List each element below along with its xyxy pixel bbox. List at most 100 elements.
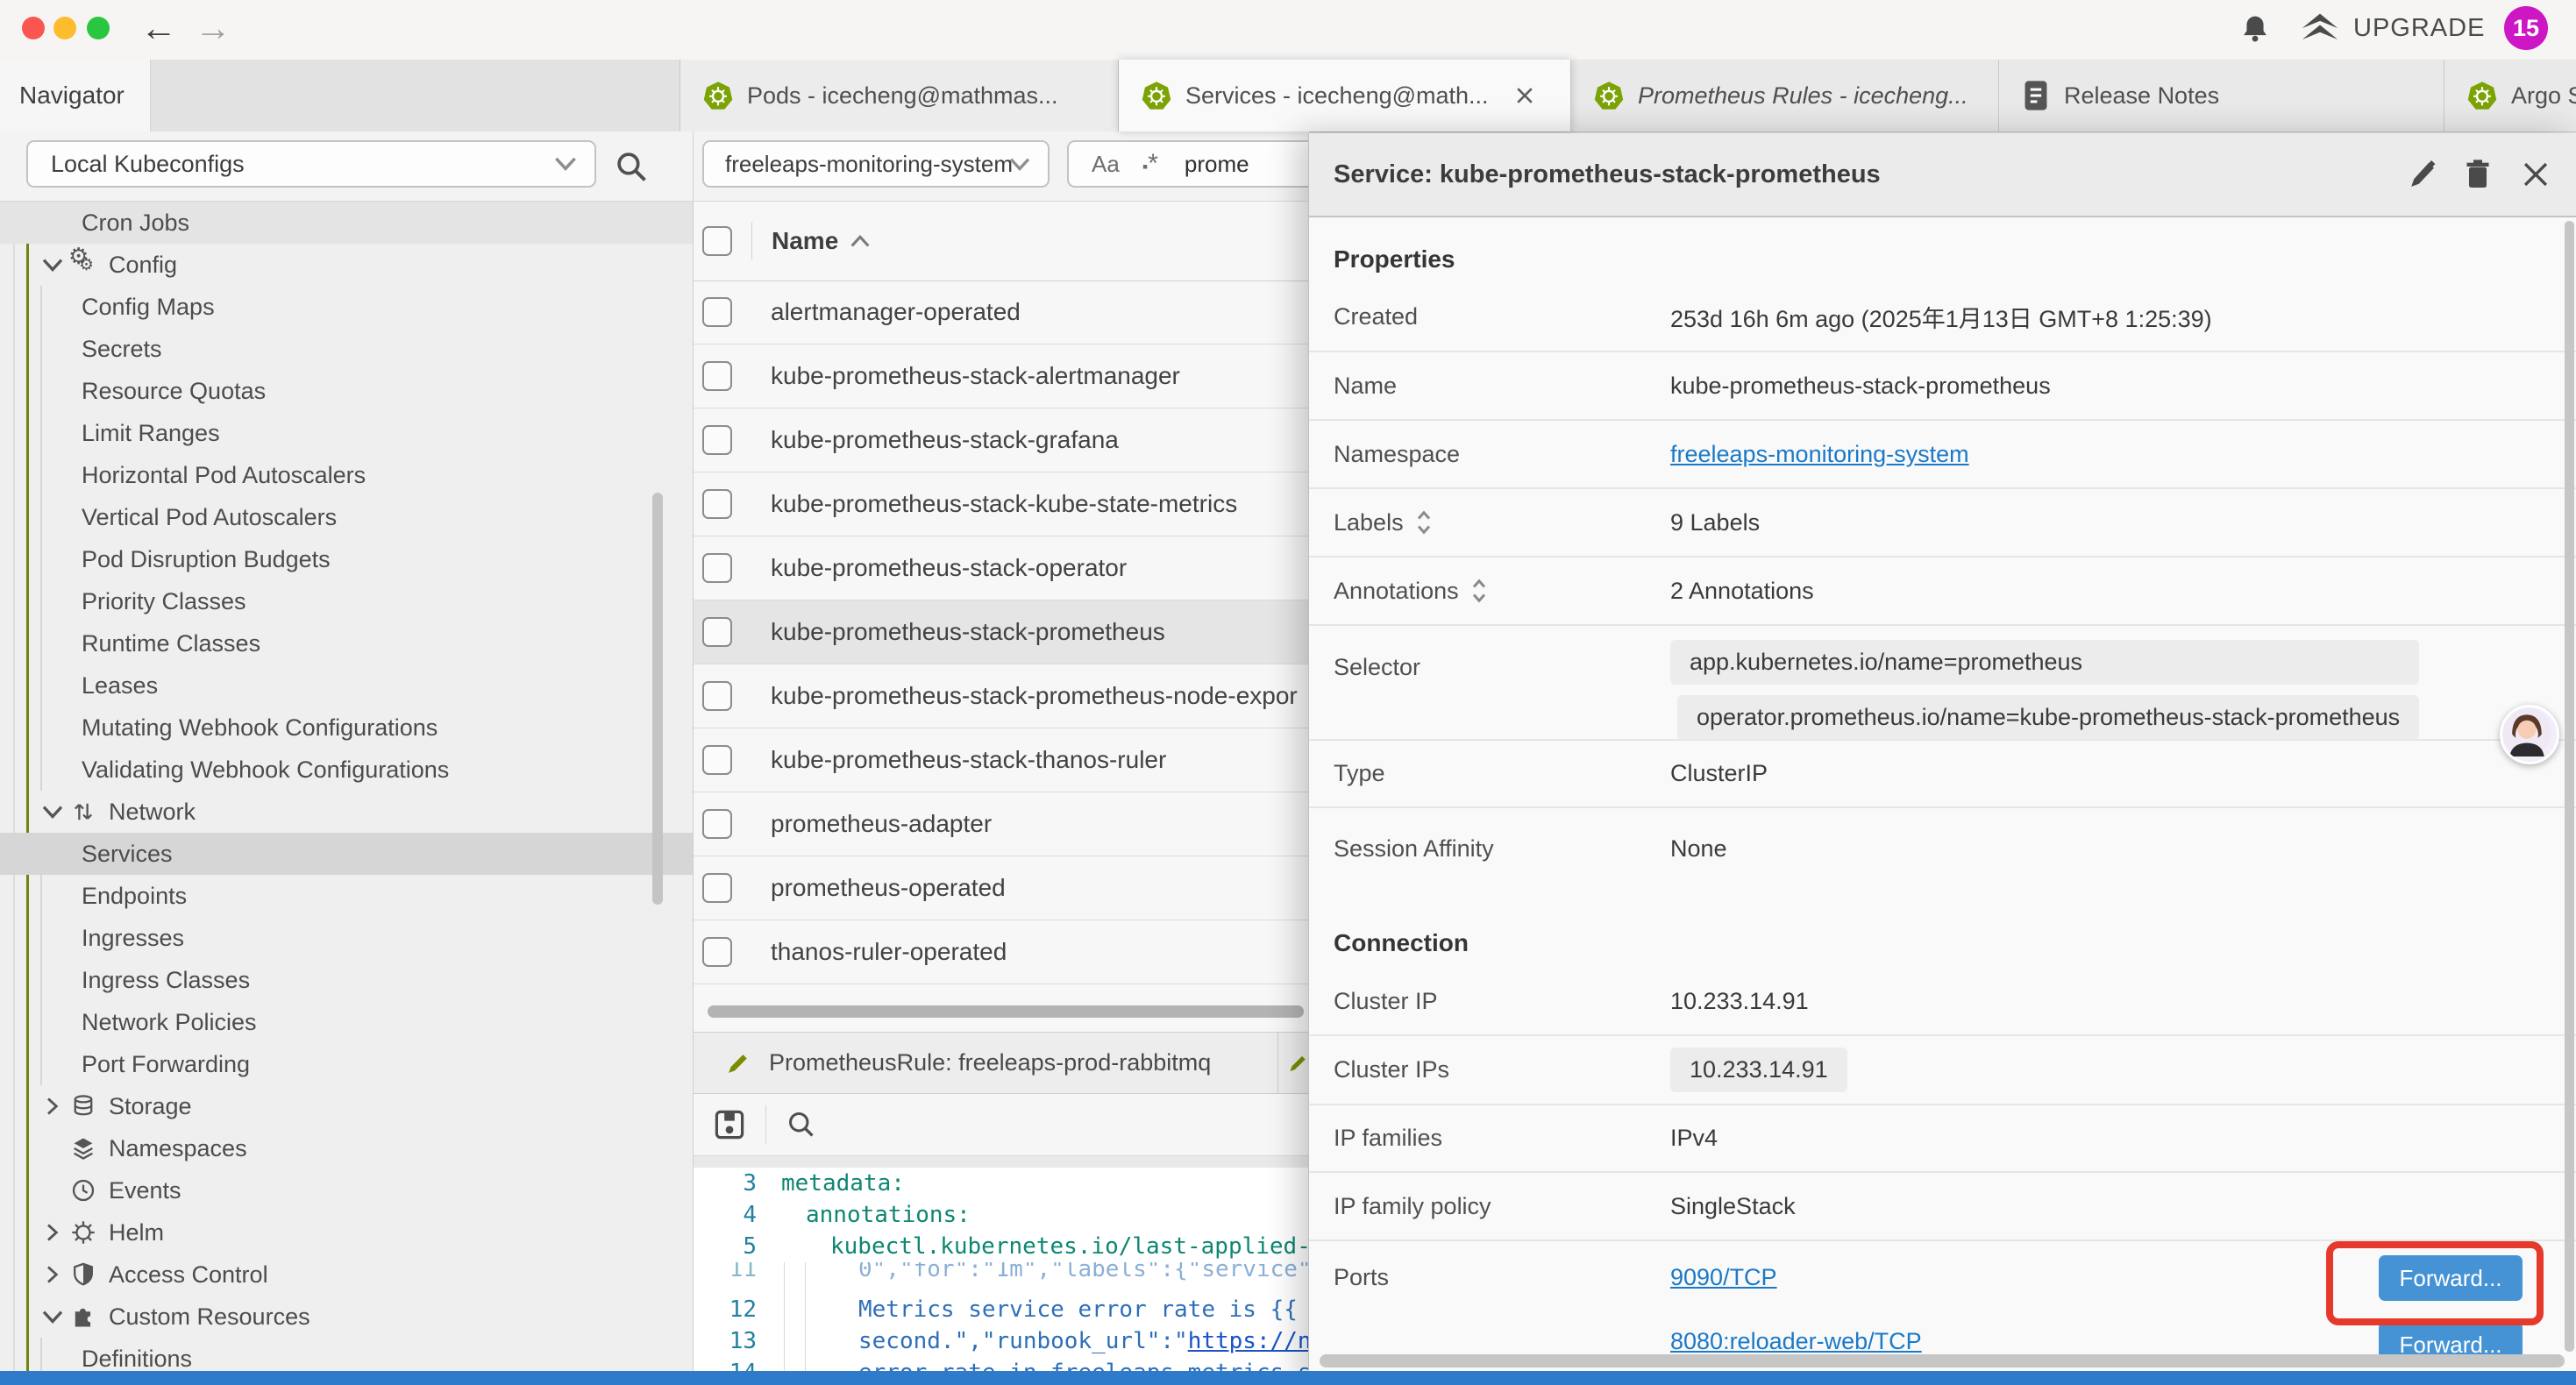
editor-url-link[interactable]: https://net bbox=[1188, 1328, 1309, 1354]
row-checkbox[interactable] bbox=[702, 425, 732, 455]
sidebar-group-access-control[interactable]: Access Control bbox=[0, 1254, 693, 1296]
dock-tab-next[interactable] bbox=[1278, 1033, 1309, 1093]
sidebar-item-namespaces[interactable]: Namespaces bbox=[0, 1127, 693, 1169]
yaml-editor[interactable]: 3metadata: 4annotations: 5kubectl.kubern… bbox=[694, 1168, 1309, 1371]
table-row[interactable]: kube-prometheus-stack-alertmanager bbox=[694, 344, 1309, 408]
table-row[interactable]: kube-prometheus-stack-grafana bbox=[694, 408, 1309, 472]
forward-arrow-icon[interactable]: → bbox=[195, 5, 231, 51]
sidebar-item-pod-disruption-budgets[interactable]: Pod Disruption Budgets bbox=[0, 538, 693, 580]
table-row[interactable]: kube-prometheus-stack-kube-state-metrics bbox=[694, 472, 1309, 536]
namespace-link[interactable]: freeleaps-monitoring-system bbox=[1670, 441, 1969, 468]
table-row[interactable]: thanos-ruler-operated bbox=[694, 920, 1309, 984]
annotations-count[interactable]: 2 Annotations bbox=[1670, 578, 1814, 605]
save-icon[interactable] bbox=[713, 1108, 746, 1141]
row-checkbox[interactable] bbox=[702, 873, 732, 903]
sidebar-item-endpoints[interactable]: Endpoints bbox=[0, 875, 693, 917]
regex-toggle[interactable]: ▪* bbox=[1142, 149, 1158, 179]
avatar[interactable] bbox=[2500, 705, 2559, 764]
search-icon[interactable] bbox=[786, 1109, 817, 1140]
table-row[interactable]: kube-prometheus-stack-prometheus-node-ex… bbox=[694, 664, 1309, 728]
dock-tab-prometheusrule[interactable]: PrometheusRule: freeleaps-prod-rabbitmq bbox=[694, 1033, 1278, 1093]
selector-chip[interactable]: app.kubernetes.io/name=prometheus bbox=[1670, 640, 2419, 685]
select-all-checkbox[interactable] bbox=[702, 226, 732, 256]
table-row[interactable]: kube-prometheus-stack-thanos-ruler bbox=[694, 728, 1309, 792]
labels-count[interactable]: 9 Labels bbox=[1670, 509, 1760, 536]
table-row[interactable]: prometheus-operated bbox=[694, 856, 1309, 920]
sidebar-item-resource-quotas[interactable]: Resource Quotas bbox=[0, 370, 693, 412]
trash-icon[interactable] bbox=[2461, 157, 2494, 192]
port-link-8080[interactable]: 8080:reloader-web/TCP bbox=[1670, 1328, 1922, 1355]
bell-icon[interactable] bbox=[2238, 12, 2273, 47]
cluster-ips-chip[interactable]: 10.233.14.91 bbox=[1670, 1048, 1847, 1092]
upgrade-icon[interactable] bbox=[2299, 11, 2341, 49]
row-checkbox[interactable] bbox=[702, 297, 732, 327]
sidebar-group-storage[interactable]: Storage bbox=[0, 1085, 693, 1127]
row-checkbox[interactable] bbox=[702, 617, 732, 647]
upgrade-button[interactable]: UPGRADE bbox=[2353, 14, 2485, 43]
search-icon[interactable] bbox=[614, 149, 649, 184]
row-checkbox[interactable] bbox=[702, 489, 732, 519]
property-row-session-affinity: Session Affinity None bbox=[1309, 808, 2576, 889]
navigator-panel-tab[interactable]: Navigator bbox=[0, 60, 151, 131]
sidebar-item-mutating-webhook-configurations[interactable]: Mutating Webhook Configurations bbox=[0, 707, 693, 749]
row-checkbox[interactable] bbox=[702, 937, 732, 967]
traffic-light-close-button[interactable] bbox=[22, 17, 45, 39]
expand-up-down-icon[interactable] bbox=[1471, 578, 1487, 604]
expand-up-down-icon[interactable] bbox=[1416, 509, 1432, 536]
horizontal-scrollbar[interactable] bbox=[708, 1005, 1304, 1018]
sidebar-item-priority-classes[interactable]: Priority Classes bbox=[0, 580, 693, 622]
sidebar-item-limit-ranges[interactable]: Limit Ranges bbox=[0, 412, 693, 454]
selector-chip[interactable]: operator.prometheus.io/name=kube-prometh… bbox=[1677, 695, 2419, 740]
tab-argo[interactable]: Argo Se bbox=[2444, 60, 2576, 131]
sidebar-item-definitions[interactable]: Definitions bbox=[0, 1338, 693, 1371]
row-checkbox[interactable] bbox=[702, 553, 732, 583]
sidebar-group-helm[interactable]: Helm bbox=[0, 1211, 693, 1254]
sidebar-item-cron-jobs[interactable]: Cron Jobs bbox=[0, 202, 693, 244]
row-checkbox[interactable] bbox=[702, 745, 732, 775]
notification-count-badge[interactable]: 15 bbox=[2504, 6, 2548, 50]
details-vertical-scrollbar[interactable] bbox=[2565, 221, 2574, 1352]
sidebar-item-port-forwarding[interactable]: Port Forwarding bbox=[0, 1043, 693, 1085]
sidebar-item-config-maps[interactable]: Config Maps bbox=[0, 286, 693, 328]
tab-pods[interactable]: Pods - icecheng@mathmas... bbox=[680, 60, 1119, 131]
namespace-select[interactable]: freeleaps-monitoring-system bbox=[702, 140, 1050, 188]
sidebar-item-events[interactable]: Events bbox=[0, 1169, 693, 1211]
traffic-light-zoom-button[interactable] bbox=[87, 17, 110, 39]
sort-ascending-icon[interactable] bbox=[850, 235, 870, 247]
sidebar-item-ingresses[interactable]: Ingresses bbox=[0, 917, 693, 959]
sidebar-item-network-policies[interactable]: Network Policies bbox=[0, 1001, 693, 1043]
table-row-selected[interactable]: kube-prometheus-stack-prometheus bbox=[694, 600, 1309, 664]
port-link-9090[interactable]: 9090/TCP bbox=[1670, 1264, 1922, 1291]
row-checkbox[interactable] bbox=[702, 681, 732, 711]
tab-release-notes[interactable]: Release Notes bbox=[1999, 60, 2444, 131]
sidebar-item-leases[interactable]: Leases bbox=[0, 664, 693, 707]
sidebar-item-ingress-classes[interactable]: Ingress Classes bbox=[0, 959, 693, 1001]
sidebar-item-horizontal-pod-autoscalers[interactable]: Horizontal Pod Autoscalers bbox=[0, 454, 693, 496]
sidebar-item-validating-webhook-configurations[interactable]: Validating Webhook Configurations bbox=[0, 749, 693, 791]
tab-services[interactable]: Services - icecheng@math... bbox=[1119, 60, 1571, 131]
table-row[interactable]: kube-prometheus-stack-operator bbox=[694, 536, 1309, 600]
sidebar-group-custom-resources[interactable]: Custom Resources bbox=[0, 1296, 693, 1338]
traffic-light-minimize-button[interactable] bbox=[53, 17, 76, 39]
back-arrow-icon[interactable]: ← bbox=[140, 5, 177, 51]
edit-pencil-icon[interactable] bbox=[2407, 158, 2440, 191]
sidebar-item-vertical-pod-autoscalers[interactable]: Vertical Pod Autoscalers bbox=[0, 496, 693, 538]
kubeconfig-select[interactable]: Local Kubeconfigs bbox=[26, 140, 596, 188]
close-icon[interactable] bbox=[2521, 160, 2551, 189]
database-icon bbox=[70, 1093, 96, 1119]
tab-prometheus-rules[interactable]: Prometheus Rules - icecheng... bbox=[1571, 60, 1999, 131]
sidebar-scrollbar[interactable] bbox=[652, 493, 663, 905]
details-horizontal-scrollbar[interactable] bbox=[1320, 1354, 2565, 1367]
row-checkbox[interactable] bbox=[702, 809, 732, 839]
sidebar-group-network[interactable]: Network bbox=[0, 791, 693, 833]
sidebar-item-runtime-classes[interactable]: Runtime Classes bbox=[0, 622, 693, 664]
sidebar-item-services[interactable]: Services bbox=[0, 833, 693, 875]
row-checkbox[interactable] bbox=[702, 361, 732, 391]
sidebar-group-config[interactable]: ⚙⚙ Config bbox=[0, 244, 693, 286]
column-header-name[interactable]: Name bbox=[772, 227, 838, 255]
sidebar-item-secrets[interactable]: Secrets bbox=[0, 328, 693, 370]
close-icon[interactable] bbox=[1513, 84, 1536, 107]
table-row[interactable]: prometheus-adapter bbox=[694, 792, 1309, 856]
table-row[interactable]: alertmanager-operated bbox=[694, 281, 1309, 344]
match-case-toggle[interactable]: Aa bbox=[1092, 151, 1120, 178]
